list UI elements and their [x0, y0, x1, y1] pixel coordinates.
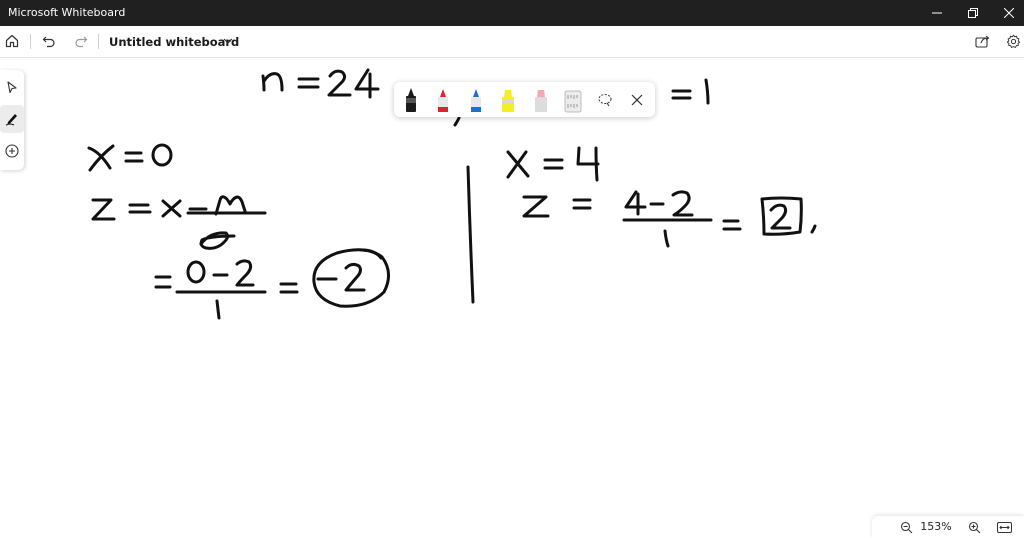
- zoom-out-icon: [900, 521, 912, 533]
- select-tool-button[interactable]: [0, 73, 24, 101]
- ruler-button[interactable]: [561, 86, 585, 114]
- lasso-button[interactable]: [593, 86, 617, 114]
- close-window-icon: [1004, 8, 1014, 18]
- close-palette-button[interactable]: [625, 86, 649, 114]
- home-icon: [5, 34, 19, 48]
- black-pen-button[interactable]: [399, 86, 423, 114]
- red-pen-icon: [438, 89, 448, 112]
- lasso-icon: [598, 94, 612, 107]
- fit-to-screen-icon: [996, 521, 1012, 533]
- close-window-button[interactable]: [992, 0, 1024, 26]
- top-toolbar: Untitled whiteboard: [0, 26, 1024, 58]
- title-bar: Microsoft Whiteboard: [0, 0, 1024, 26]
- pink-highlighter-icon: [535, 90, 547, 112]
- add-icon: [5, 144, 19, 158]
- title-menu-button[interactable]: [216, 29, 240, 53]
- yellow-highlighter-button[interactable]: [496, 86, 520, 114]
- gear-icon: [1006, 34, 1020, 48]
- ruler-icon: [564, 90, 582, 113]
- left-tool-rail: [0, 70, 24, 170]
- red-pen-button[interactable]: [431, 86, 455, 114]
- pink-highlighter-button[interactable]: [529, 86, 553, 114]
- select-arrow-icon: [7, 80, 17, 93]
- close-icon: [631, 94, 643, 106]
- minimize-icon: [932, 12, 942, 14]
- home-button[interactable]: [0, 29, 24, 53]
- toolbar-divider: [30, 34, 31, 49]
- undo-button[interactable]: [37, 29, 61, 53]
- handwritten-ink: [87, 68, 817, 320]
- zoom-out-button[interactable]: [896, 518, 916, 536]
- redo-button[interactable]: [69, 29, 93, 53]
- add-button[interactable]: [0, 137, 24, 165]
- zoom-in-button[interactable]: [964, 518, 984, 536]
- minimize-button[interactable]: [920, 0, 954, 26]
- pen-palette: [394, 82, 655, 117]
- restore-icon: [968, 8, 978, 18]
- toolbar-divider: [98, 34, 99, 49]
- app-title: Microsoft Whiteboard: [8, 6, 126, 19]
- redo-icon: [75, 36, 88, 48]
- zoom-bar: 153%: [872, 516, 1024, 538]
- share-button[interactable]: [970, 29, 994, 53]
- black-pen-icon: [406, 88, 416, 112]
- pen-tool-button[interactable]: [0, 105, 24, 133]
- fit-to-screen-button[interactable]: [994, 518, 1014, 536]
- blue-pen-button[interactable]: [464, 86, 488, 114]
- settings-button[interactable]: [1001, 29, 1024, 53]
- pen-icon: [5, 114, 17, 126]
- share-icon: [974, 35, 989, 48]
- whiteboard-canvas[interactable]: [0, 58, 1024, 538]
- zoom-in-icon: [968, 521, 980, 533]
- restore-button[interactable]: [956, 0, 990, 26]
- chevron-down-icon: [223, 38, 233, 44]
- zoom-level[interactable]: 153%: [914, 520, 958, 533]
- blue-pen-icon: [471, 89, 481, 112]
- undo-icon: [42, 36, 55, 48]
- yellow-highlighter-icon: [502, 90, 514, 112]
